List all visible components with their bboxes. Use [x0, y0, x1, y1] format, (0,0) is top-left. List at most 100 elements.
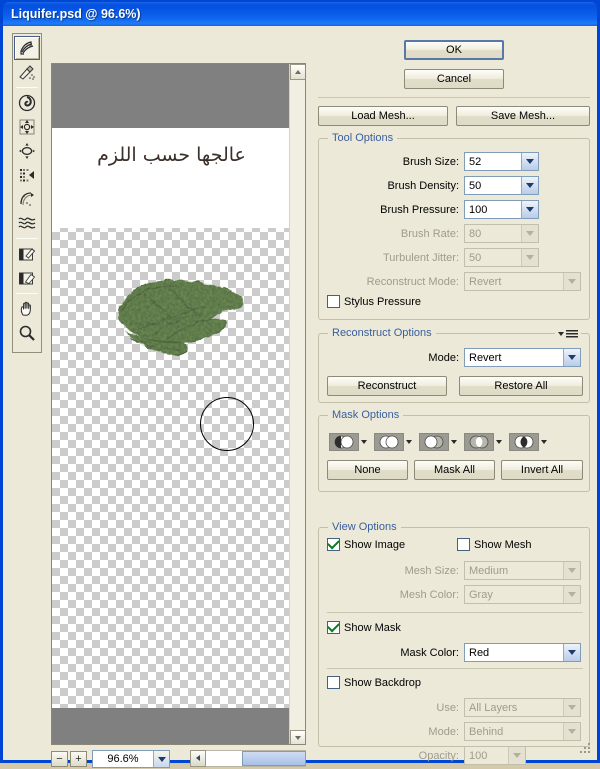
show-mask-checkbox[interactable] [327, 621, 340, 634]
mask-color-label: Mask Color: [400, 646, 459, 659]
mask-intersect-with-selection-group[interactable] [464, 433, 502, 451]
push-left-tool[interactable] [14, 163, 40, 187]
mask-all-button[interactable]: Mask All [414, 460, 495, 480]
window-title: Liquifer.psd @ 96.6%) [11, 7, 141, 21]
chevron-down-icon[interactable] [153, 751, 169, 767]
zoom-in-button[interactable]: + [70, 751, 87, 767]
mesh-color-combobox: Gray [464, 585, 581, 604]
show-backdrop-row[interactable]: Show Backdrop [327, 676, 421, 689]
stylus-pressure-checkbox[interactable] [327, 295, 340, 308]
mask-replace-selection-group[interactable] [329, 433, 367, 451]
mirror-tool[interactable] [14, 187, 40, 211]
mask-none-button[interactable]: None [327, 460, 408, 480]
mask-invert-selection-icon[interactable] [509, 433, 539, 451]
image-preview-canvas[interactable]: عالجها حسب اللزم [51, 63, 306, 745]
turbulent-jitter-value: 50 [469, 251, 482, 264]
reconstruct-mode-select-row: Mode: Revert [319, 347, 589, 368]
reconstruct-button[interactable]: Reconstruct [327, 376, 447, 396]
reconstruct-tool[interactable] [14, 60, 40, 84]
tool-options-title: Tool Options [328, 132, 398, 144]
hand-tool[interactable] [14, 297, 40, 321]
mask-color-combobox[interactable]: Red [464, 643, 581, 662]
save-mesh-button[interactable]: Save Mesh... [456, 106, 590, 126]
scroll-up-button[interactable] [290, 64, 305, 80]
twirl-clockwise-tool[interactable] [14, 91, 40, 115]
chevron-down-icon[interactable] [541, 440, 547, 444]
mesh-color-value: Gray [469, 588, 493, 601]
thaw-mask-tool[interactable] [14, 266, 40, 290]
zoom-tool[interactable] [14, 321, 40, 345]
mask-add-to-selection-group[interactable] [374, 433, 412, 451]
preview-viewport: عالجها حسب اللزم [52, 64, 291, 744]
chevron-down-icon [563, 562, 580, 579]
scroll-down-button[interactable] [290, 730, 305, 744]
show-backdrop-checkbox[interactable] [327, 676, 340, 689]
chevron-down-icon[interactable] [496, 440, 502, 444]
chevron-down-icon[interactable] [521, 153, 538, 170]
load-mesh-button[interactable]: Load Mesh... [318, 106, 448, 126]
chevron-down-icon[interactable] [563, 349, 580, 366]
backdrop-use-value: All Layers [469, 701, 518, 714]
window-titlebar[interactable]: Liquifer.psd @ 96.6%) [3, 2, 597, 26]
canvas-horizontal-scrollbar[interactable] [190, 749, 306, 767]
brush-pressure-row: Brush Pressure: 100 [319, 199, 591, 220]
chevron-down-icon[interactable] [451, 440, 457, 444]
reconstruct-mode-select-combobox[interactable]: Revert [464, 348, 581, 367]
mask-replace-selection-icon[interactable] [329, 433, 359, 451]
leaf-artwork [118, 279, 244, 355]
divider [327, 612, 583, 613]
mask-color-value: Red [469, 646, 490, 659]
mask-invert-all-button[interactable]: Invert All [501, 460, 583, 480]
chevron-down-icon[interactable] [563, 644, 580, 661]
chevron-down-icon [563, 273, 580, 290]
brush-rate-row: Brush Rate: 80 [319, 223, 591, 244]
toolbar-divider [16, 293, 38, 294]
brush-pressure-combobox[interactable]: 100 [464, 200, 539, 219]
cancel-button[interactable]: Cancel [404, 69, 504, 89]
forward-warp-tool[interactable] [14, 36, 40, 60]
backdrop-opacity-label: Opacity: [418, 749, 459, 762]
horizontal-scroll-track[interactable] [206, 749, 306, 767]
chevron-down-icon[interactable] [406, 440, 412, 444]
brush-pressure-value: 100 [469, 203, 488, 216]
view-options-title: View Options [328, 521, 401, 533]
show-mesh-checkbox[interactable] [457, 538, 470, 551]
show-mask-row[interactable]: Show Mask [327, 621, 401, 634]
horizontal-scroll-thumb[interactable] [242, 750, 306, 766]
zoom-level-combobox[interactable]: 96.6% [92, 750, 170, 768]
stylus-pressure-row[interactable]: Stylus Pressure [327, 295, 591, 308]
brush-density-combobox[interactable]: 50 [464, 176, 539, 195]
show-image-checkbox[interactable] [327, 538, 340, 551]
freeze-mask-tool[interactable] [14, 242, 40, 266]
canvas-vertical-scrollbar[interactable] [289, 64, 305, 744]
mask-invert-selection-group[interactable] [509, 433, 547, 451]
bloat-tool[interactable] [14, 139, 40, 163]
chevron-down-icon[interactable] [361, 440, 367, 444]
brush-pressure-label: Brush Pressure: [380, 203, 459, 216]
show-image-row[interactable]: Show Image [327, 538, 457, 551]
backdrop-use-combobox: All Layers [464, 698, 581, 717]
brush-size-combobox[interactable]: 52 [464, 152, 539, 171]
mask-add-to-selection-icon[interactable] [374, 433, 404, 451]
show-mesh-row[interactable]: Show Mesh [457, 538, 531, 551]
chevron-down-icon[interactable] [521, 177, 538, 194]
mask-intersect-with-selection-icon[interactable] [464, 433, 494, 451]
turbulence-tool[interactable] [14, 211, 40, 235]
chevron-up-icon [295, 70, 301, 74]
brush-density-value: 50 [469, 179, 482, 192]
zoom-level-value: 96.6% [107, 753, 139, 765]
scroll-left-button[interactable] [190, 749, 206, 767]
chevron-down-icon[interactable] [521, 201, 538, 218]
resize-grip[interactable] [578, 741, 592, 755]
mask-options-panel: Mask Options None Mask All Invert All [318, 409, 590, 492]
turbulent-jitter-row: Turbulent Jitter: 50 [319, 247, 591, 268]
pucker-tool[interactable] [14, 115, 40, 139]
restore-all-button[interactable]: Restore All [459, 376, 583, 396]
mask-subtract-from-selection-icon[interactable] [419, 433, 449, 451]
panel-flyout-menu-icon[interactable] [555, 329, 581, 339]
mask-subtract-from-selection-group[interactable] [419, 433, 457, 451]
reconstruct-options-panel: Reconstruct Options Mode: Revert Reconst… [318, 327, 590, 403]
ok-button[interactable]: OK [404, 40, 504, 60]
reconstruct-mode-value: Revert [469, 275, 502, 288]
zoom-out-button[interactable]: − [51, 751, 68, 767]
